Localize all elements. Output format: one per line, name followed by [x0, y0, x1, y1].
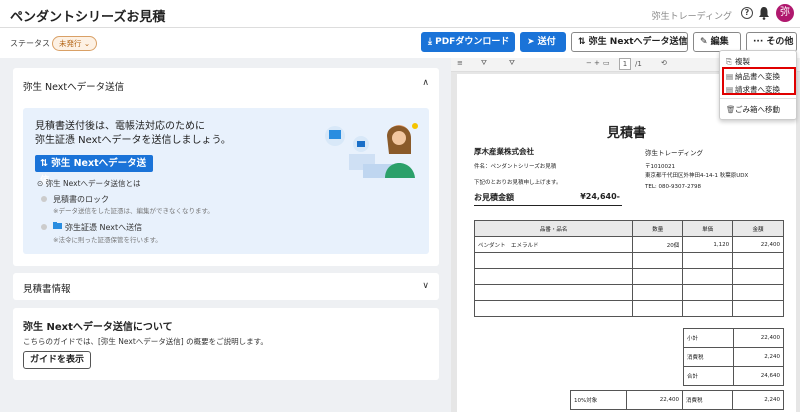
page-title: ペンダントシリーズお見積 [10, 10, 166, 25]
action-bar: ステータス 未発行 ⌄ ⤓ PDFダウンロード ➤ 送付 ⇅ 弥生 Nextへデ… [0, 28, 800, 58]
copy-icon: ⎘ [726, 57, 732, 66]
help-icon[interactable]: ? [741, 7, 753, 19]
edit-button[interactable]: ✎ 編集 [693, 32, 741, 52]
filter-icon[interactable]: ⛛ [509, 59, 515, 68]
feature-title: 弥生証憑 Nextへ送信 [65, 223, 143, 232]
table-row [473, 252, 784, 269]
folder-icon [53, 222, 62, 229]
feature-title: 見積書のロック [53, 195, 109, 204]
column-header: 数量 [632, 220, 684, 237]
status-badge[interactable]: 未発行 ⌄ [52, 36, 98, 51]
menu-item-copy[interactable]: ⎘ 複製 [726, 56, 750, 67]
subject: 件名：ペンダントシリーズお見積 [474, 164, 557, 170]
table-row: ペンダント エメラルド 20個 1,120 22,400 [473, 236, 784, 253]
issuer-address: 東京都千代田区外神田4-14-1 秋葉原UDX [645, 173, 749, 179]
pdf-download-button[interactable]: ⤓ PDFダウンロード [421, 32, 515, 52]
fit-page-icon[interactable]: ▭ [603, 59, 610, 67]
greeting: 下記のとおりお見積申し上げます。 [474, 180, 562, 186]
table-row: 10%対象 22,400 消費税 2,240 [570, 390, 784, 410]
menu-item-trash[interactable]: 🗑ごみ箱へ移動 [726, 104, 780, 115]
card-title: 弥生 Nextへデータ送信 [23, 82, 125, 93]
what-is-link[interactable]: ⊙ 弥生 Nextへデータ送信とは [37, 178, 141, 189]
show-guide-button[interactable]: ガイドを表示 [23, 351, 91, 369]
left-pane: 弥生 Nextへデータ送信 ∧ 見積書送付後は、電帳法対応のために 弥生証憑 N… [0, 58, 451, 412]
zoom-in-icon[interactable]: + [594, 59, 600, 67]
menu-divider [720, 98, 796, 99]
send-button[interactable]: ➤ 送付 [520, 32, 566, 52]
lock-icon [41, 196, 47, 202]
column-header: 単価 [682, 220, 734, 237]
illustration [325, 123, 418, 178]
tax-breakdown-table: 10%対象 22,400 消費税 2,240 [570, 390, 784, 410]
guide-title: 弥生 Nextへデータ送信について [23, 322, 173, 333]
feature-desc: ※データ送信をした証憑は、編集ができなくなります。 [53, 207, 214, 215]
table-row [473, 284, 784, 301]
table-header-row: 品番・品名 数量 単価 金額 [473, 220, 784, 237]
table-row: 小計 22,400 [683, 328, 784, 348]
doc-title: 見積書 [606, 126, 646, 141]
panel-send-button[interactable]: ⇅ 弥生 Nextへデータ送信 [35, 155, 153, 186]
highlight-box [722, 67, 796, 95]
column-header: 金額 [732, 220, 784, 237]
yayoi-next-send-button[interactable]: ⇅ 弥生 Nextへデータ送信 [571, 32, 688, 52]
trash-icon: 🗑 [726, 105, 736, 114]
intro-text: 見積書送付後は、電帳法対応のために 弥生証憑 Nextへデータを送信しましょう。 [35, 121, 231, 146]
table-row [473, 268, 784, 285]
menu-icon[interactable]: ≡ [457, 59, 463, 67]
yayoi-send-card: 弥生 Nextへデータ送信 ∧ 見積書送付後は、電帳法対応のために 弥生証憑 N… [13, 68, 439, 266]
items-table: 品番・品名 数量 単価 金額 ペンダント エメラルド 20個 1,120 22,… [473, 220, 784, 317]
more-button[interactable]: ··· その他 [746, 32, 797, 52]
issuer-tel: TEL: 080-9307-2798 [645, 184, 701, 190]
rotate-icon[interactable]: ⟲ [661, 59, 667, 67]
column-header: 品番・品名 [473, 220, 634, 237]
issuer-zip: 〒1010021 [645, 164, 675, 170]
company-name[interactable]: 弥生トレーディング [652, 9, 732, 22]
lock-icon [41, 224, 47, 230]
chevron-down-icon[interactable]: ∨ [422, 281, 429, 291]
issuer-name: 弥生トレーディング [645, 149, 704, 157]
top-bar: ペンダントシリーズお見積 弥生トレーディング ? 弥 [0, 0, 800, 28]
table-row: 消費税 2,240 [683, 347, 784, 367]
amount-row: お見積金額 ¥24,640- [474, 192, 622, 206]
table-row: 合計 24,640 [683, 366, 784, 386]
page-total: /1 [635, 60, 642, 68]
estimate-info-card[interactable]: 見積書情報 ∨ [13, 273, 439, 300]
filter-icon[interactable]: ⛛ [481, 59, 487, 68]
page-input[interactable]: 1 [619, 58, 631, 70]
pdf-page: 見積書 厚木産業株式会社 件名：ペンダントシリーズお見積 下記のとおりお見積申し… [457, 74, 796, 412]
guide-card: 弥生 Nextへデータ送信について こちらのガイドでは、[弥生 Nextへデータ… [13, 308, 439, 380]
status-label: ステータス [10, 39, 50, 48]
table-row [473, 300, 784, 317]
guide-text: こちらのガイドでは、[弥生 Nextへデータ送信] の概要をご説明します。 [23, 337, 268, 346]
totals-table: 小計 22,400 消費税 2,240 合計 24,640 [683, 328, 784, 386]
feature-desc: ※法令に則った証憑保管を行います。 [53, 236, 162, 244]
chevron-up-icon[interactable]: ∧ [422, 78, 429, 88]
card-title: 見積書情報 [23, 284, 71, 295]
bell-icon[interactable] [758, 6, 770, 20]
info-panel: 見積書送付後は、電帳法対応のために 弥生証憑 Nextへデータを送信しましょう。… [23, 108, 429, 254]
customer-name: 厚木産業株式会社 [474, 147, 534, 156]
avatar[interactable]: 弥 [776, 4, 794, 22]
zoom-out-icon[interactable]: − [586, 59, 592, 67]
